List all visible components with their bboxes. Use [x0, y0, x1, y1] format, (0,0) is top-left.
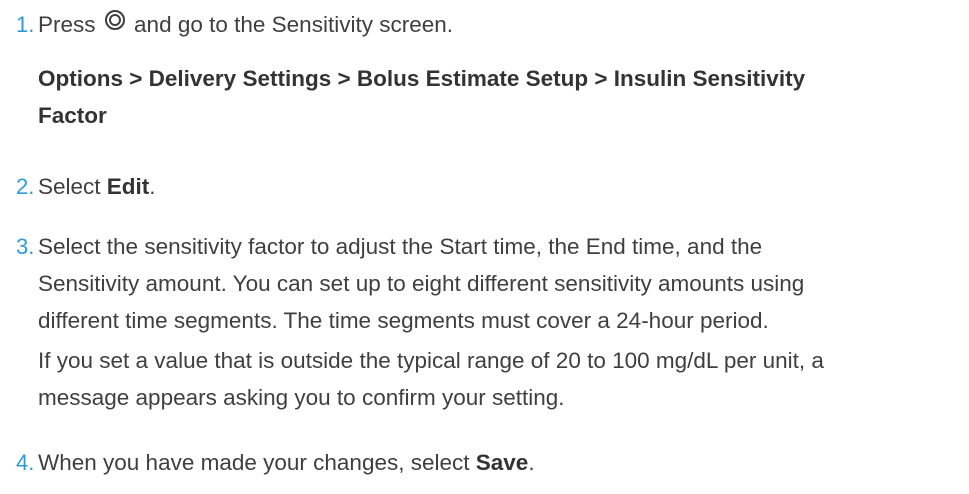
range-note: If you set a value that is outside the t…	[38, 342, 824, 416]
step-1: 1. Press and go to the Sensitivity scree…	[16, 6, 969, 45]
step-text-line: different time segments. The time segmen…	[38, 308, 769, 333]
step-text: When you have made your changes, select	[38, 450, 476, 475]
menu-path-line: Factor	[38, 103, 107, 128]
step-text: .	[149, 174, 156, 199]
menu-path: Options > Delivery Settings > Bolus Esti…	[38, 60, 805, 134]
step-number: 4.	[16, 450, 35, 475]
step-bold-text: Edit	[106, 174, 150, 199]
step-4: 4. When you have made your changes, sele…	[16, 444, 969, 481]
step-3: 3. Select the sensitivity factor to adju…	[16, 228, 969, 339]
note-line: message appears asking you to confirm yo…	[38, 385, 565, 410]
step-number: 2.	[16, 174, 35, 199]
step-text: .	[528, 450, 535, 475]
step-2: 2. Select Edit.	[16, 168, 969, 205]
instructions-document: 1. Press and go to the Sensitivity scree…	[0, 0, 969, 494]
menu-path-line: Options > Delivery Settings > Bolus Esti…	[38, 66, 806, 91]
step-number: 3.	[16, 234, 35, 259]
step-number: 1.	[16, 12, 35, 37]
step-text-line: Select the sensitivity factor to adjust …	[38, 234, 763, 259]
step-text: Press	[38, 12, 96, 37]
step-text: and go to the Sensitivity screen.	[134, 12, 453, 37]
step-text: Select	[38, 174, 107, 199]
options-button-icon	[104, 5, 126, 42]
note-line: If you set a value that is outside the t…	[38, 348, 824, 373]
step-bold-text: Save	[475, 450, 529, 475]
step-text-line: Sensitivity amount. You can set up to ei…	[38, 271, 805, 296]
